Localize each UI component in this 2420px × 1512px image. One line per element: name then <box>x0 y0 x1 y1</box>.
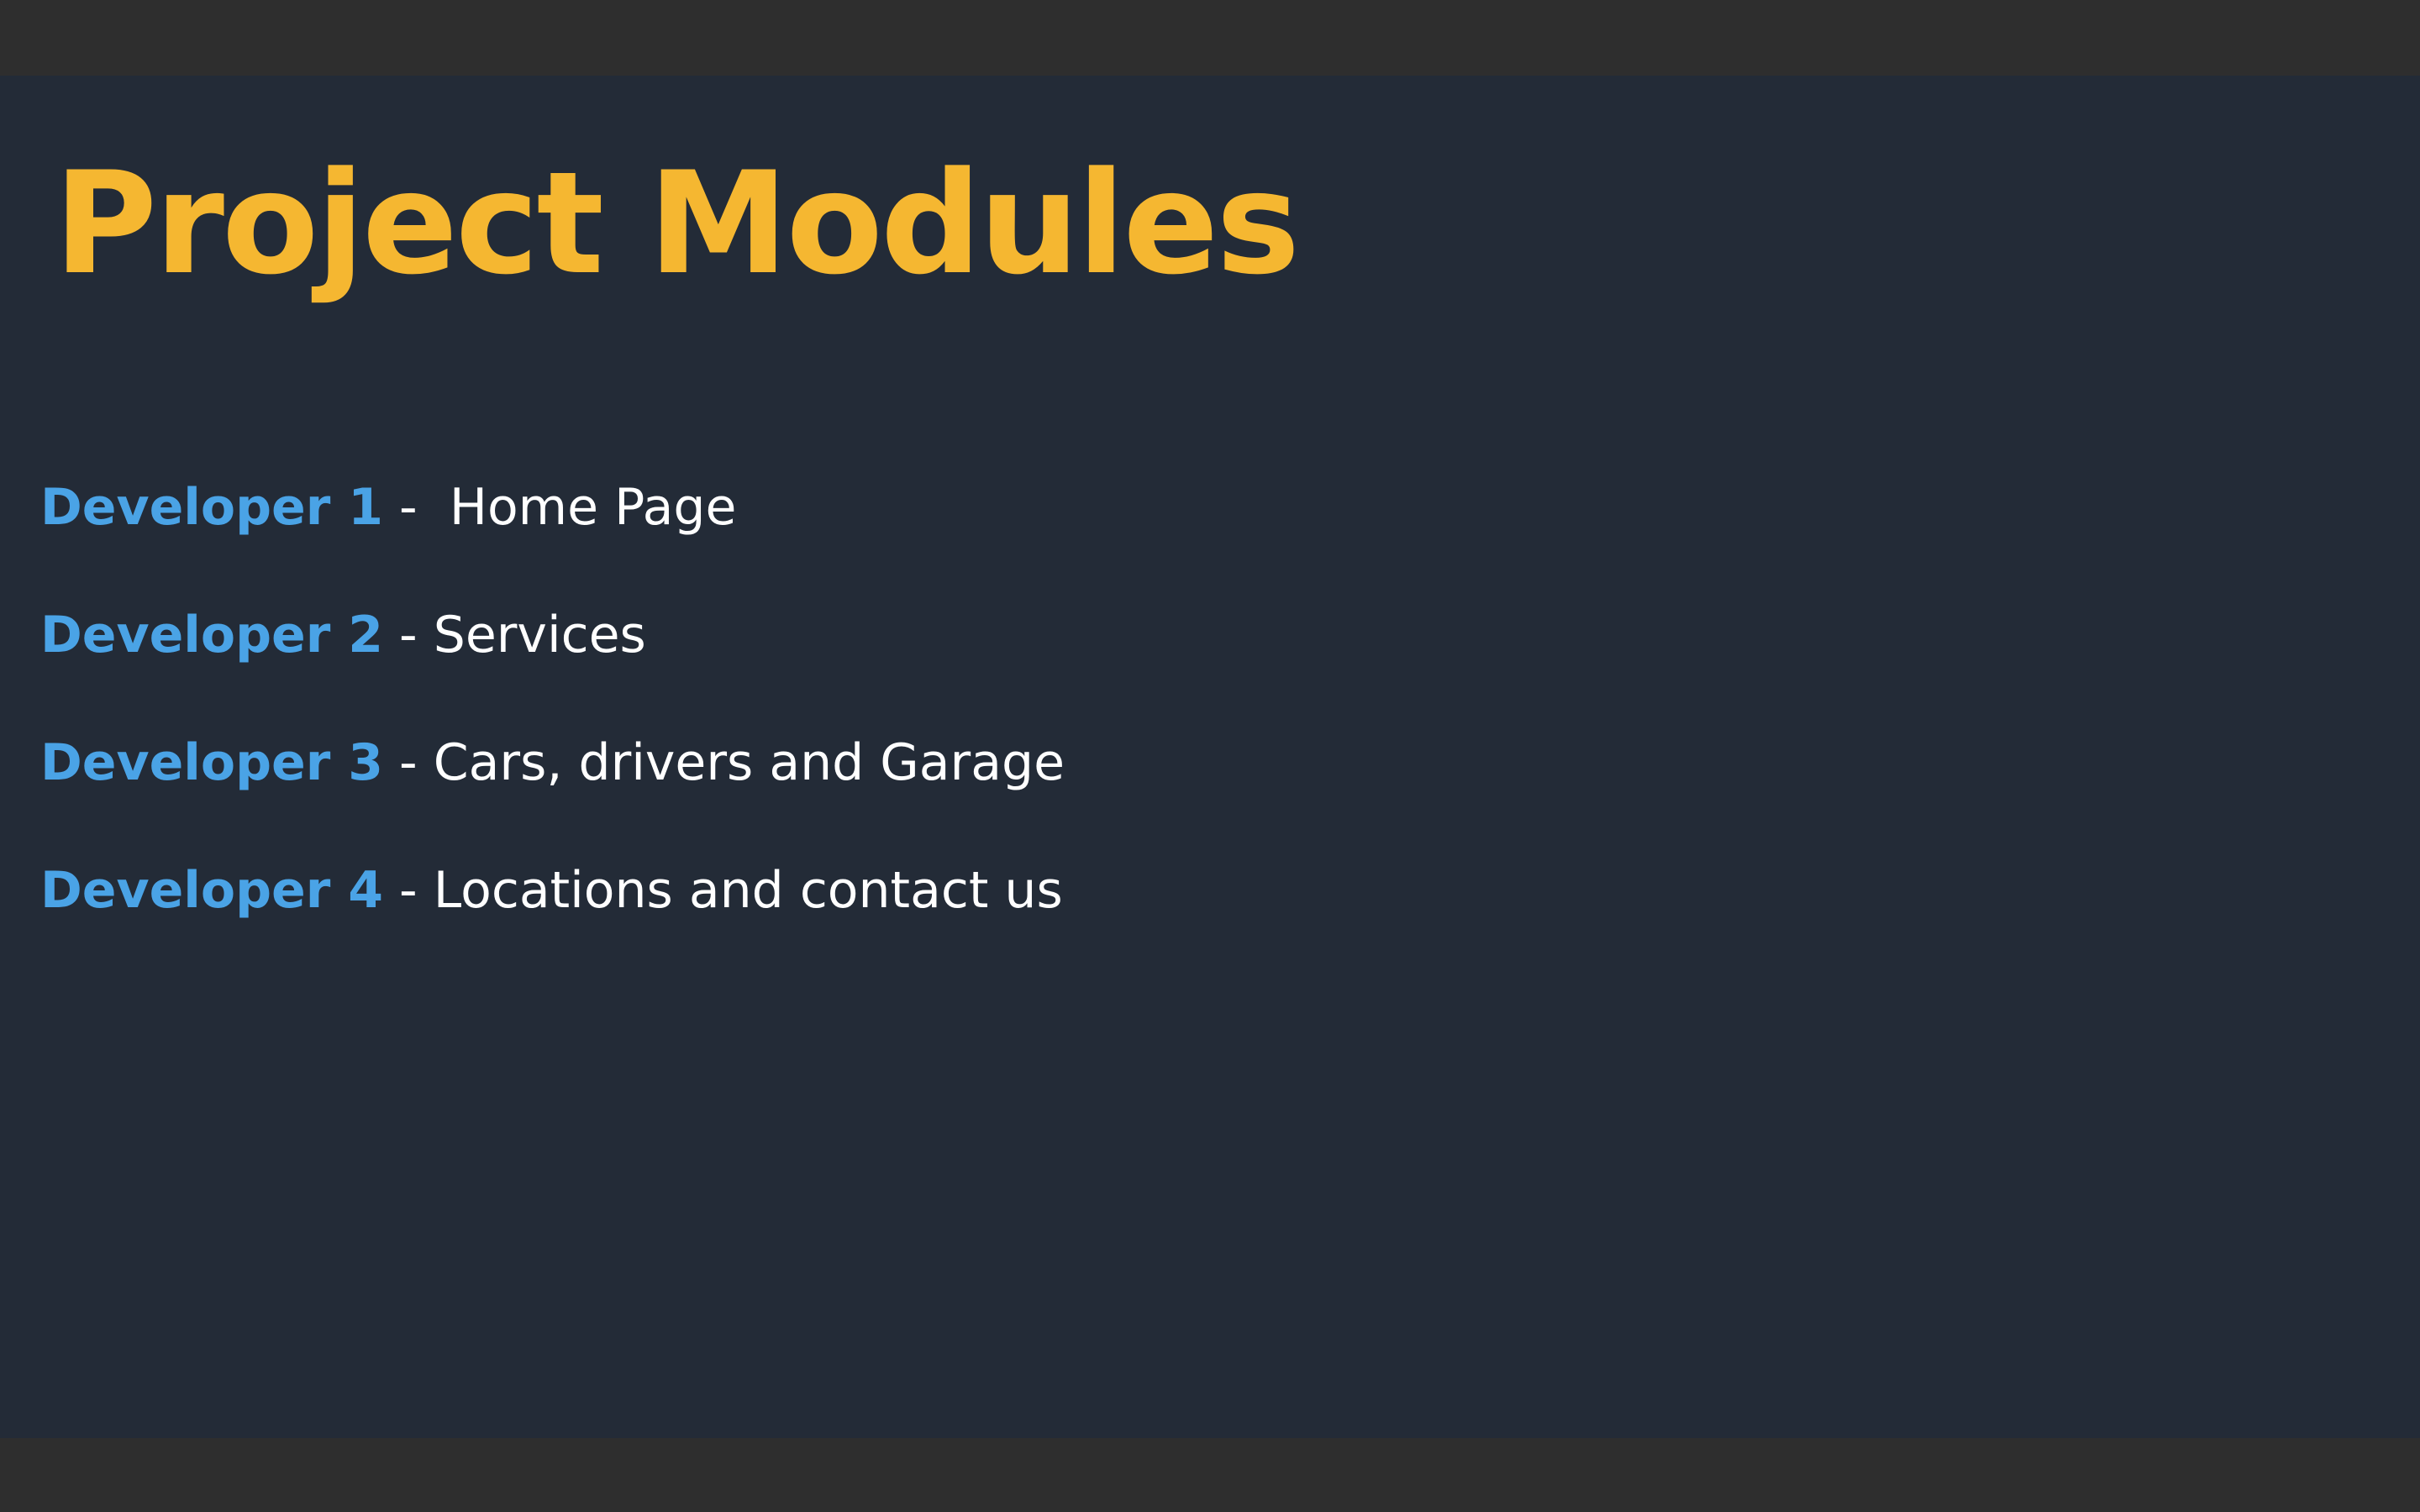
top-bar <box>0 0 2420 76</box>
separator: - <box>382 733 434 792</box>
module-item: Developer 2 - Services <box>40 571 1065 699</box>
slide-title: Project Modules <box>54 141 1300 306</box>
bottom-bar <box>0 1438 2420 1512</box>
module-description: Services <box>433 606 646 664</box>
module-item: Developer 4 - Locations and contact us <box>40 827 1065 954</box>
slide: Project Modules Developer 1 - Home Page … <box>0 76 2420 1438</box>
separator: - <box>382 478 450 537</box>
developer-name: Developer 3 <box>40 733 383 792</box>
separator: - <box>382 861 434 920</box>
module-list: Developer 1 - Home Page Developer 2 - Se… <box>40 444 1065 954</box>
module-description: Home Page <box>449 478 737 537</box>
separator: - <box>382 606 434 664</box>
developer-name: Developer 2 <box>40 606 383 664</box>
developer-name: Developer 4 <box>40 861 383 920</box>
module-description: Locations and contact us <box>433 861 1063 920</box>
developer-name: Developer 1 <box>40 478 383 537</box>
module-item: Developer 1 - Home Page <box>40 444 1065 571</box>
module-item: Developer 3 - Cars, drivers and Garage <box>40 699 1065 827</box>
module-description: Cars, drivers and Garage <box>433 733 1065 792</box>
